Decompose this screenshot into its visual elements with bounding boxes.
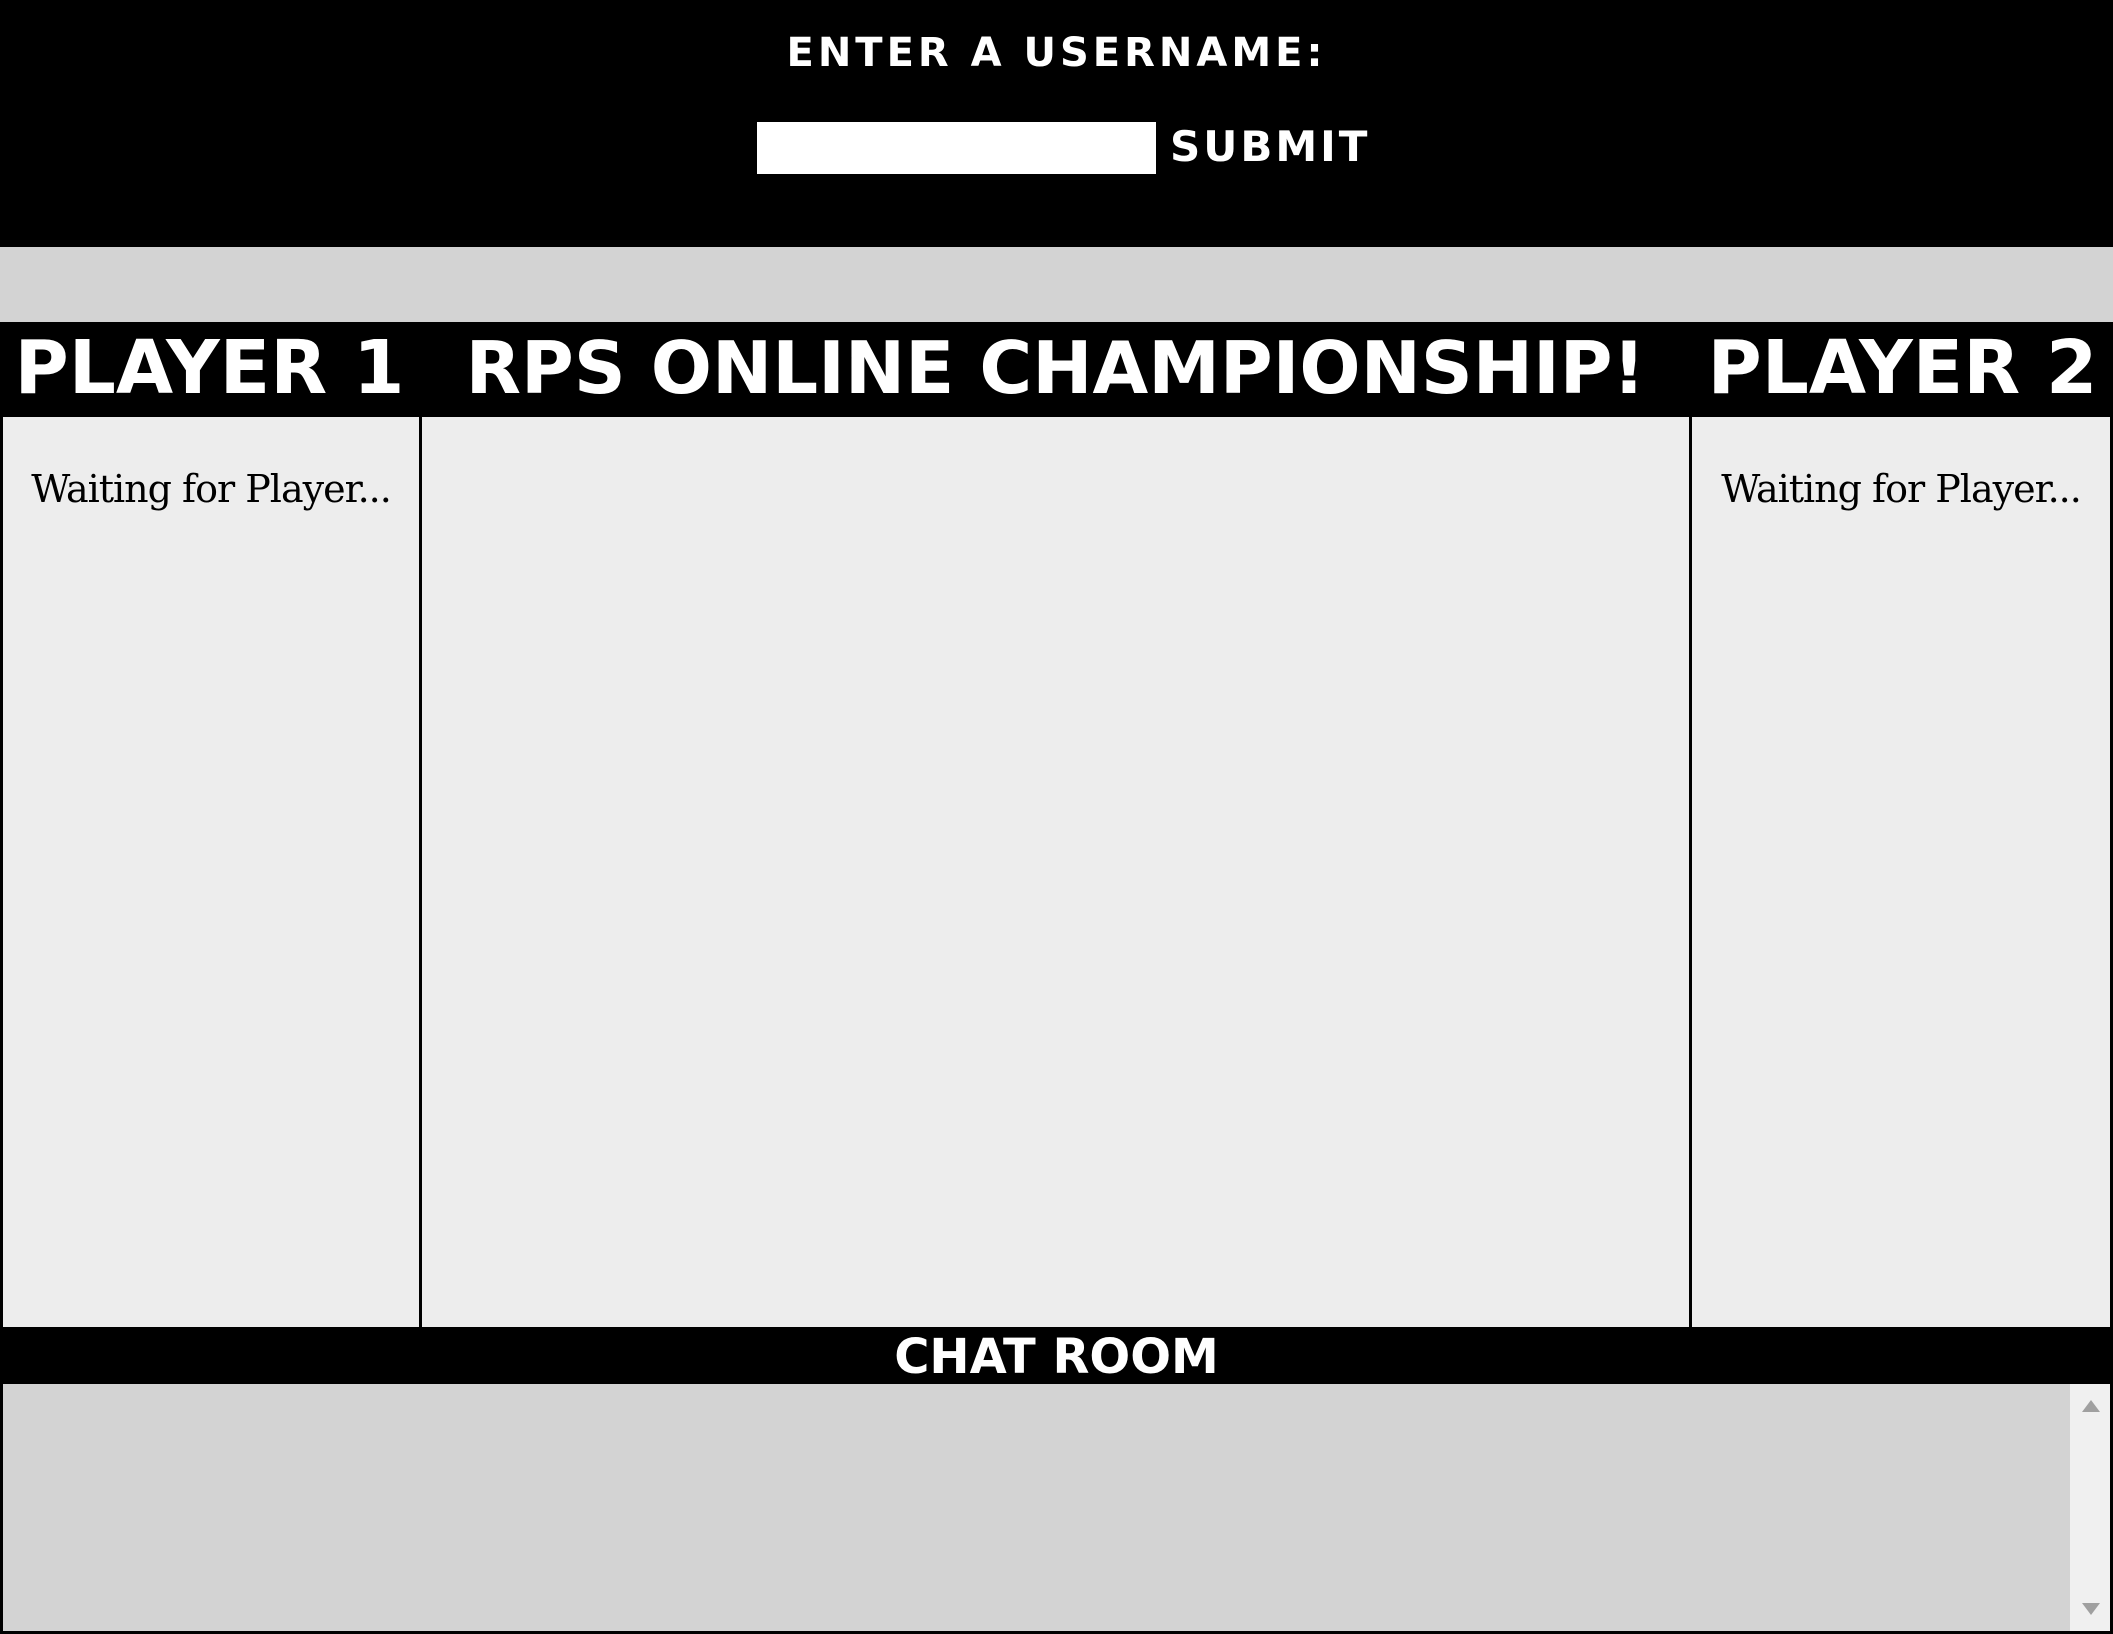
scroll-down-icon[interactable]: [2082, 1603, 2100, 1615]
player2-heading: Player 2: [1707, 325, 2098, 411]
header-row: Player 1 RPS Online Championship! Player…: [0, 322, 2113, 414]
player1-heading: Player 1: [14, 325, 405, 411]
submit-button[interactable]: Submit: [1168, 118, 1372, 174]
username-prompt: Enter a username:: [786, 30, 1327, 76]
player2-panel: Waiting for Player...: [1689, 414, 2113, 1330]
chat-room-heading: Chat Room: [0, 1330, 2113, 1384]
scroll-up-icon[interactable]: [2082, 1400, 2100, 1412]
game-arena-panel: [419, 414, 1692, 1330]
username-input[interactable]: [757, 122, 1156, 174]
player1-status: Waiting for Player...: [31, 467, 392, 511]
player2-status: Waiting for Player...: [1721, 467, 2082, 511]
page-title: RPS Online Championship!: [465, 326, 1646, 410]
player1-panel: Waiting for Player...: [0, 414, 422, 1330]
spacer: [0, 247, 2113, 322]
username-bar: Enter a username: Submit: [0, 0, 2113, 247]
chat-scrollbar[interactable]: [2070, 1384, 2110, 1631]
chat-log: [0, 1384, 2113, 1634]
